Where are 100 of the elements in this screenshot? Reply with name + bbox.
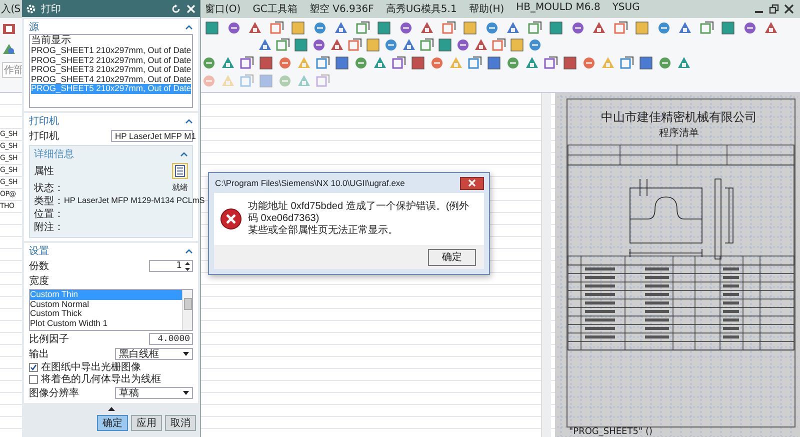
tool-icon[interactable] bbox=[411, 56, 425, 70]
sheet-list-item[interactable]: PROG_SHEET4 210x297mm, Out of Date bbox=[31, 74, 191, 84]
tool-icon[interactable] bbox=[392, 56, 406, 70]
output-dropdown[interactable]: 黑白线框 bbox=[115, 348, 193, 360]
tool-icon[interactable] bbox=[259, 56, 273, 70]
resolution-dropdown[interactable]: 草稿 bbox=[115, 387, 193, 399]
tool-icon[interactable] bbox=[764, 21, 778, 35]
menu-item[interactable]: 窗口(O) bbox=[201, 2, 245, 16]
error-title: C:\Program Files\Siemens\NX 10.0\UGII\ugraf.exe bbox=[215, 178, 405, 188]
tool-icon[interactable] bbox=[294, 38, 308, 52]
menu-item[interactable]: 塑空 V6.936F bbox=[305, 2, 378, 16]
tool-icon[interactable] bbox=[549, 21, 563, 35]
scrollbar[interactable] bbox=[541, 93, 551, 437]
scrollbar[interactable] bbox=[182, 290, 192, 330]
tool-icon[interactable] bbox=[402, 38, 416, 52]
tool-icon[interactable] bbox=[506, 21, 520, 35]
ok-button[interactable]: 确定 bbox=[428, 248, 476, 266]
checkbox-label: 将着色的几何体导出为线框 bbox=[41, 372, 161, 386]
sheet-list-item[interactable]: 当前显示 bbox=[31, 36, 191, 46]
dialog-button[interactable]: 应用 bbox=[131, 415, 162, 431]
tool-icon[interactable] bbox=[544, 56, 558, 70]
tool-icon[interactable] bbox=[276, 38, 290, 52]
dialog-button[interactable]: 取消 bbox=[165, 415, 196, 431]
tool-icon[interactable] bbox=[570, 21, 584, 35]
tool-icon[interactable] bbox=[528, 21, 542, 35]
tool-icon[interactable] bbox=[335, 56, 349, 70]
tool-icon[interactable] bbox=[468, 56, 482, 70]
tool-icon[interactable] bbox=[2, 22, 16, 36]
sheet-name-label: "PROG_SHEET5" () bbox=[569, 427, 652, 437]
menu-item[interactable]: HB_MOULD M6.8 bbox=[512, 2, 604, 16]
expand-arrow-icon[interactable] bbox=[108, 407, 114, 411]
tool-icon[interactable] bbox=[487, 56, 501, 70]
menu-item[interactable]: 帮助(H) bbox=[464, 2, 508, 16]
tool-icon[interactable] bbox=[592, 21, 606, 35]
tool-icon[interactable] bbox=[442, 21, 456, 35]
menu-item[interactable]: 入(S bbox=[0, 2, 21, 16]
close-button[interactable] bbox=[460, 176, 484, 190]
tool-icon[interactable] bbox=[334, 21, 348, 35]
scale-label: 比例因子 bbox=[29, 332, 69, 346]
detail-label: 位置： bbox=[34, 208, 64, 220]
tool-icon[interactable] bbox=[348, 38, 362, 52]
tool-icon[interactable] bbox=[420, 38, 434, 52]
tool-icon[interactable] bbox=[563, 56, 577, 70]
copies-label: 份数 bbox=[29, 260, 49, 273]
tool-icon[interactable] bbox=[420, 21, 434, 35]
tool-icon[interactable] bbox=[492, 38, 506, 52]
properties-button[interactable] bbox=[172, 163, 188, 179]
tool-icon[interactable] bbox=[270, 21, 284, 35]
tool-icon[interactable] bbox=[614, 21, 628, 35]
printer-dropdown[interactable]: HP LaserJet MFP M1 bbox=[111, 130, 193, 142]
menu-item[interactable]: 高秀UG模具5.1 bbox=[382, 2, 461, 16]
reset-icon[interactable] bbox=[171, 4, 181, 14]
tool-icon[interactable] bbox=[721, 21, 735, 35]
sheet-title: 程序清单 bbox=[659, 128, 699, 139]
tool-icon[interactable] bbox=[316, 56, 330, 70]
collapse-caret-icon[interactable] bbox=[185, 24, 193, 30]
tool-icon[interactable] bbox=[398, 21, 412, 35]
tool-icon[interactable] bbox=[312, 38, 326, 52]
checkbox[interactable] bbox=[29, 374, 38, 384]
sheet-list-item[interactable]: PROG_SHEET2 210x297mm, Out of Date bbox=[31, 56, 191, 66]
section-title: 打印机 bbox=[29, 114, 59, 128]
scale-field[interactable]: 4.0000 bbox=[149, 333, 193, 345]
tool-icon[interactable] bbox=[205, 21, 219, 35]
output-label: 输出 bbox=[29, 348, 49, 361]
collapse-caret-icon[interactable] bbox=[180, 150, 188, 156]
dialog-button[interactable]: 确定 bbox=[97, 415, 128, 431]
width-list-item[interactable]: Custom Thick bbox=[30, 309, 182, 319]
properties-label: 属性 bbox=[34, 164, 54, 178]
collapse-caret-icon[interactable] bbox=[185, 248, 193, 254]
restore-icon[interactable] bbox=[769, 4, 779, 14]
detail-label: 状态： bbox=[34, 182, 64, 194]
tool-icon[interactable] bbox=[700, 21, 714, 35]
menu-item[interactable]: GC工具箱 bbox=[248, 2, 302, 16]
tool-icon[interactable] bbox=[240, 56, 254, 70]
checkbox[interactable] bbox=[29, 362, 38, 372]
menu-item[interactable]: YSUG bbox=[608, 2, 644, 16]
sheet-list-item[interactable]: PROG_SHEET3 210x297mm, Out of Date bbox=[31, 65, 191, 75]
collapse-caret-icon[interactable] bbox=[185, 118, 193, 124]
tool-icon[interactable] bbox=[356, 21, 370, 35]
tool-icon[interactable] bbox=[639, 56, 653, 70]
tool-icon[interactable] bbox=[742, 21, 756, 35]
tool-icon[interactable] bbox=[258, 38, 272, 52]
tool-icon[interactable] bbox=[330, 38, 344, 52]
tool-icon[interactable] bbox=[226, 21, 240, 35]
error-message: 功能地址 0xfd75bded 造成了一个保护错误。(例外码 0xe06d7363) bbox=[248, 201, 470, 224]
tool-icon[interactable] bbox=[438, 38, 452, 52]
width-list-item[interactable]: Plot Custom Width 1 bbox=[30, 318, 182, 328]
tool-icon[interactable] bbox=[248, 21, 262, 35]
tool-icon[interactable] bbox=[456, 38, 470, 52]
tool-icon[interactable] bbox=[474, 38, 488, 52]
sheet-list-item[interactable]: PROG_SHEET1 210x297mm, Out of Date bbox=[31, 46, 191, 56]
tool-icon[interactable] bbox=[678, 21, 692, 35]
width-list-item[interactable]: Custom Normal bbox=[30, 300, 182, 310]
tool-icon[interactable] bbox=[2, 42, 16, 56]
copies-spinner[interactable]: 1 bbox=[149, 260, 193, 272]
section-title: 详细信息 bbox=[34, 148, 74, 160]
tool-icon[interactable] bbox=[377, 21, 391, 35]
settings-icon[interactable] bbox=[26, 4, 36, 14]
tool-icon[interactable] bbox=[620, 56, 634, 70]
close-icon[interactable] bbox=[784, 4, 794, 14]
